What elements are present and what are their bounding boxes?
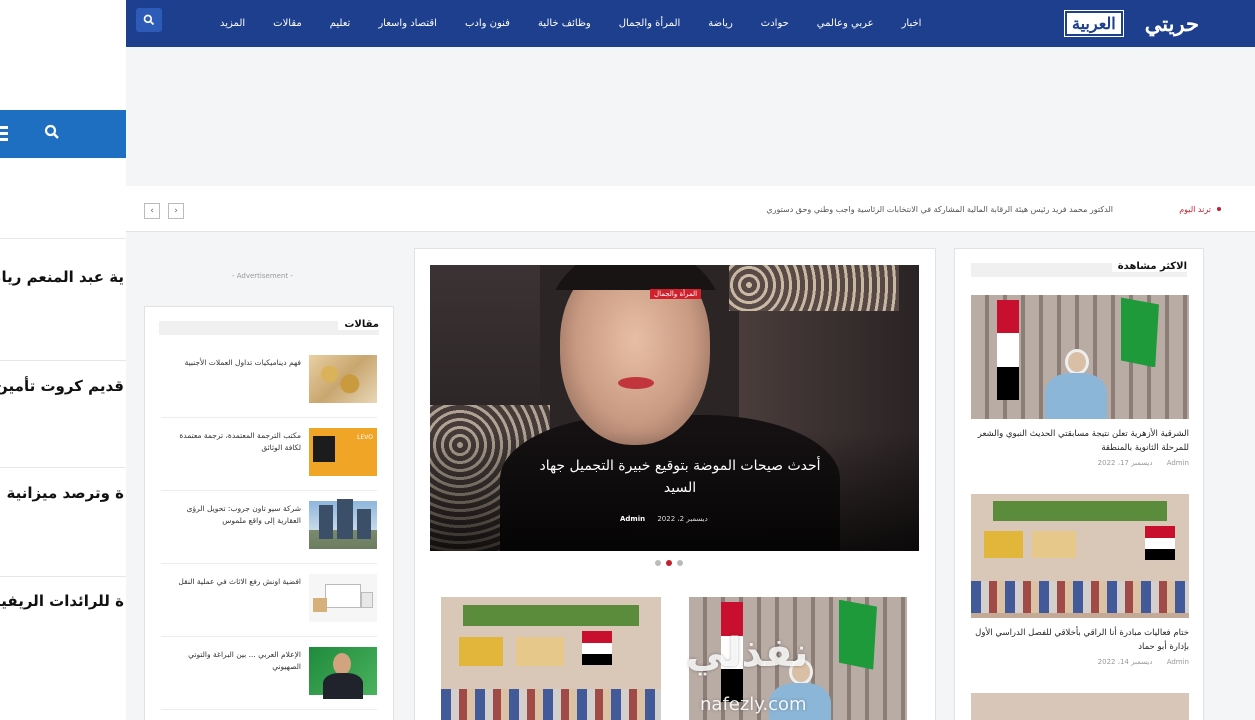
ticker-prev-button[interactable]: ‹ (144, 203, 160, 219)
featured-slider: المرأة والجمال أحدث صيحات الموضة بتوقيع … (414, 248, 936, 720)
side-search-bar[interactable] (0, 110, 126, 158)
widget-title: الاكثر مشاهدة (1111, 261, 1187, 272)
nav-item-jobs[interactable]: وظائف خالية (538, 18, 591, 29)
list-item[interactable]: شركة سيو تاون جروب: تحويل الرؤى العقارية… (161, 491, 377, 564)
ticker-dot (1217, 207, 1221, 211)
widget-header: الاكثر مشاهدة (971, 261, 1187, 277)
logo-text: حريتي (1144, 10, 1199, 36)
side-headline[interactable]: ة للرائدات الريفيات (0, 592, 124, 610)
article-title[interactable]: فهم ديناميكيات تداول العملات الأجنبية (161, 357, 301, 369)
post-author[interactable]: Admin (1167, 658, 1189, 666)
breaking-news-ticker: ‹ › الدكتور محمد فريد رئيس هيئة الرقابة … (126, 186, 1255, 232)
list-item[interactable]: افضية اونش رفع الاثاث في عملية النقل (161, 564, 377, 637)
widget-title: مقالات (338, 319, 379, 330)
most-viewed-widget: الاكثر مشاهدة الشرقية الأزهرية تعلن نتيج… (954, 248, 1204, 720)
divider (0, 467, 126, 468)
thumbnail[interactable] (309, 355, 377, 403)
post-author[interactable]: Admin (1167, 459, 1189, 467)
thumbnail[interactable] (309, 647, 377, 699)
widget-header: مقالات (159, 319, 379, 335)
article-title[interactable]: الإعلام العربي ... بين البراغة والتوتي ا… (161, 649, 301, 673)
nav-item-arts[interactable]: فنون وادب (465, 18, 510, 29)
hero-title[interactable]: أحدث صيحات الموضة بتوقيع خبيرة التجميل ج… (530, 455, 830, 499)
list-item[interactable]: LEVO مكتب الترجمة المعتمدة، ترجمة معتمدة… (161, 418, 377, 491)
post-date: ديسمبر 17، 2022 (1097, 459, 1153, 467)
side-headline[interactable]: ية عبد المنعم رياض (0, 268, 124, 286)
main-page: اخبار عربي وعالمي حوادث رياضة المرأة وال… (126, 0, 1255, 720)
slider-dot[interactable] (655, 560, 661, 566)
search-icon[interactable] (44, 124, 60, 144)
slider-dots (655, 560, 683, 566)
divider (0, 576, 126, 577)
post-author[interactable]: Admin (620, 515, 645, 523)
post-card[interactable]: الشرقية الأزهرية تعلن نتيجة مسابقتي الحد… (971, 295, 1189, 467)
watermark-url: nafezly.com (700, 694, 807, 715)
ticker-headline[interactable]: الدكتور محمد فريد رئيس هيئة الرقابة الما… (766, 205, 1113, 214)
post-date: ديسمبر 2، 2022 (657, 515, 708, 523)
post-thumbnail[interactable] (971, 494, 1189, 618)
post-card[interactable]: ختام فعاليات مبادرة أنا الراقي بأخلاقي ل… (971, 494, 1189, 666)
thumbnail[interactable]: LEVO (309, 428, 377, 476)
articles-widget: مقالات فهم ديناميكيات تداول العملات الأج… (144, 306, 394, 720)
article-title[interactable]: مكتب الترجمة المعتمدة، ترجمة معتمدة لكاف… (161, 430, 301, 454)
ticker-label: ترند اليوم (1179, 205, 1211, 214)
post-title[interactable]: ختام فعاليات مبادرة أنا الراقي بأخلاقي ل… (971, 626, 1189, 654)
nav-search-button[interactable] (136, 8, 162, 32)
slider-dot[interactable] (677, 560, 683, 566)
slider-dot-active[interactable] (666, 560, 672, 566)
post-thumbnail[interactable] (971, 693, 1189, 720)
divider (0, 360, 126, 361)
nav-item-economy[interactable]: اقتصاد واسعار (378, 18, 437, 29)
divider (0, 238, 126, 239)
article-title[interactable]: شركة سيو تاون جروب: تحويل الرؤى العقارية… (161, 503, 301, 527)
thumbnail[interactable] (309, 499, 377, 549)
nav-item-women[interactable]: المرأة والجمال (619, 18, 681, 29)
site-logo[interactable]: حريتي العربية (1064, 9, 1199, 37)
post-meta: Admin ديسمبر 14، 2022 (971, 658, 1189, 666)
post-meta: Admin ديسمبر 17، 2022 (971, 459, 1189, 467)
nav-item-news[interactable]: اخبار (902, 18, 922, 29)
article-title[interactable]: افضية اونش رفع الاثاث في عملية النقل (161, 576, 301, 588)
hero-meta: ديسمبر 2، 2022 Admin (620, 515, 708, 523)
nav-item-more[interactable]: المزيد (220, 18, 245, 29)
nav-menu: اخبار عربي وعالمي حوادث رياضة المرأة وال… (206, 0, 935, 47)
post-date: ديسمبر 14، 2022 (1097, 658, 1153, 666)
post-thumbnail[interactable] (441, 597, 661, 720)
menu-icon[interactable] (0, 126, 8, 142)
side-panel: ية عبد المنعم رياض قديم كروت تأمين ة وتر… (0, 0, 126, 720)
advertisement-label: - Advertisement - (232, 272, 293, 280)
search-icon (143, 14, 155, 26)
category-badge[interactable]: المرأة والجمال (650, 289, 702, 299)
nav-item-sports[interactable]: رياضة (708, 18, 733, 29)
ticker-next-button[interactable]: › (168, 203, 184, 219)
logo-badge: العربية (1064, 9, 1124, 37)
hero-slide[interactable]: المرأة والجمال أحدث صيحات الموضة بتوقيع … (430, 265, 919, 551)
nav-item-education[interactable]: تعليم (330, 18, 351, 29)
watermark-text: نفذلي (686, 630, 809, 676)
top-navbar: اخبار عربي وعالمي حوادث رياضة المرأة وال… (126, 0, 1255, 47)
side-headline[interactable]: قديم كروت تأمين (0, 377, 124, 395)
side-headline[interactable]: ة وترصد ميزانية (0, 484, 124, 502)
thumbnail[interactable] (309, 574, 377, 622)
post-title[interactable]: الشرقية الأزهرية تعلن نتيجة مسابقتي الحد… (971, 427, 1189, 455)
nav-item-world[interactable]: عربي وعالمي (817, 18, 874, 29)
list-item[interactable]: الإعلام العربي ... بين البراغة والتوتي ا… (161, 637, 377, 710)
post-thumbnail[interactable] (971, 295, 1189, 419)
nav-item-articles[interactable]: مقالات (273, 18, 302, 29)
list-item[interactable]: فهم ديناميكيات تداول العملات الأجنبية (161, 345, 377, 418)
nav-item-accidents[interactable]: حوادث (761, 18, 789, 29)
